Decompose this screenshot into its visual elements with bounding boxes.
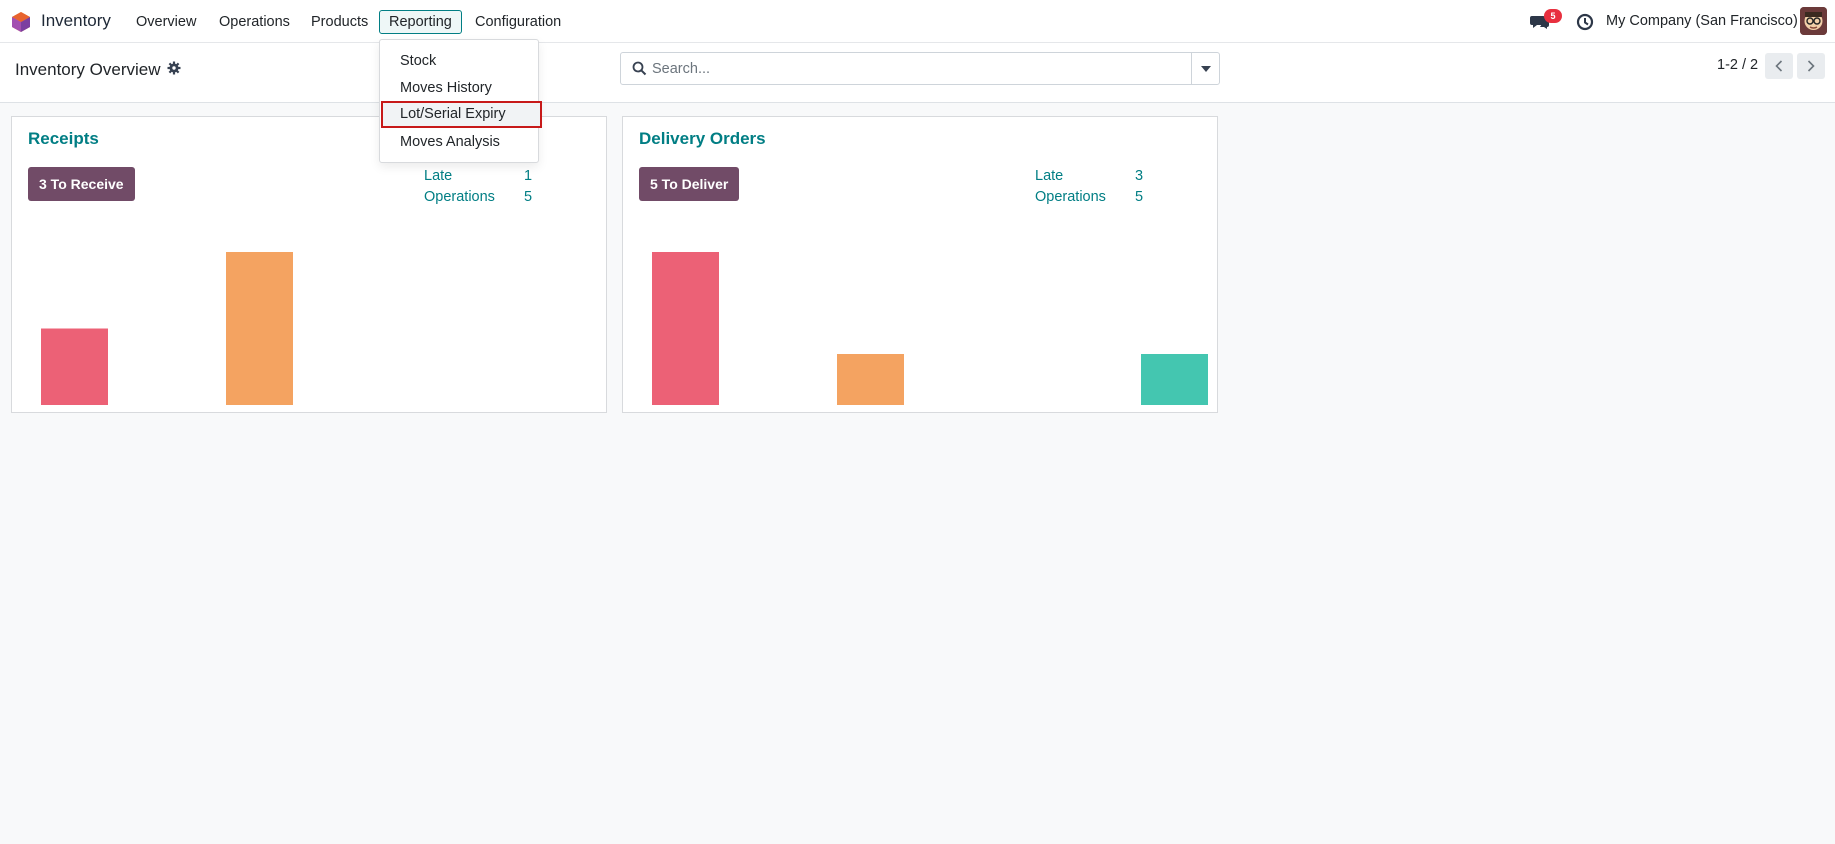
menu-operations[interactable]: Operations	[209, 10, 300, 34]
control-panel: Inventory Overview 1-2 / 2	[0, 43, 1835, 103]
user-avatar[interactable]	[1800, 7, 1827, 35]
menu-item-moves-history[interactable]: Moves History	[380, 75, 538, 102]
menu-reporting[interactable]: Reporting	[379, 10, 462, 34]
chart-bar-1[interactable]	[41, 328, 108, 406]
search-bar	[620, 52, 1220, 85]
page-title: Inventory Overview	[15, 60, 161, 79]
operations-value[interactable]: 5	[1135, 189, 1143, 205]
menu-item-stock[interactable]: Stock	[380, 48, 538, 75]
operations-value[interactable]: 5	[524, 189, 532, 205]
chart-bar-6[interactable]	[1141, 354, 1208, 405]
chart-bar-3[interactable]	[226, 252, 293, 405]
caret-down-icon	[1200, 65, 1211, 72]
delivery-orders-card: Delivery Orders 5 To Deliver Late 3 Oper…	[622, 116, 1218, 413]
search-options-toggle[interactable]	[1191, 53, 1219, 84]
menu-overview[interactable]: Overview	[126, 10, 206, 34]
operations-label[interactable]: Operations	[424, 189, 495, 205]
operations-label[interactable]: Operations	[1035, 189, 1106, 205]
app-name[interactable]: Inventory	[41, 11, 111, 31]
top-navbar: Inventory Overview Operations Products R…	[0, 0, 1835, 43]
menu-item-lot-serial-expiry[interactable]: Lot/Serial Expiry	[381, 101, 542, 128]
inventory-app-icon[interactable]	[11, 11, 31, 33]
reporting-dropdown: Stock Moves History Lot/Serial Expiry Mo…	[379, 39, 542, 163]
pager-previous-button[interactable]	[1765, 53, 1793, 79]
receipts-chart	[41, 252, 293, 406]
card-title[interactable]: Receipts	[28, 129, 99, 149]
messages-badge: 5	[1544, 9, 1562, 23]
to-deliver-button[interactable]: 5 To Deliver	[639, 167, 740, 201]
pager-next-button[interactable]	[1797, 53, 1825, 79]
chevron-left-icon	[1775, 60, 1783, 72]
activity-clock-icon[interactable]	[1575, 12, 1595, 32]
late-label[interactable]: Late	[424, 168, 452, 184]
late-value[interactable]: 3	[1135, 168, 1143, 184]
menu-products[interactable]: Products	[301, 10, 378, 34]
pager-value[interactable]: 1-2 / 2	[1717, 57, 1758, 73]
late-label[interactable]: Late	[1035, 168, 1063, 184]
chart-bar-1[interactable]	[652, 252, 719, 405]
search-input[interactable]	[651, 53, 1201, 84]
company-switcher[interactable]: My Company (San Francisco)	[1606, 13, 1798, 29]
chevron-right-icon	[1807, 60, 1815, 72]
late-value[interactable]: 1	[524, 168, 532, 184]
menu-item-moves-analysis[interactable]: Moves Analysis	[380, 129, 538, 156]
gear-icon[interactable]	[167, 61, 181, 75]
delivery-chart	[652, 252, 1208, 405]
card-title[interactable]: Delivery Orders	[639, 129, 766, 149]
to-receive-button[interactable]: 3 To Receive	[28, 167, 135, 201]
chart-bar-3[interactable]	[837, 354, 904, 405]
search-icon	[632, 61, 647, 76]
menu-configuration[interactable]: Configuration	[465, 10, 571, 34]
